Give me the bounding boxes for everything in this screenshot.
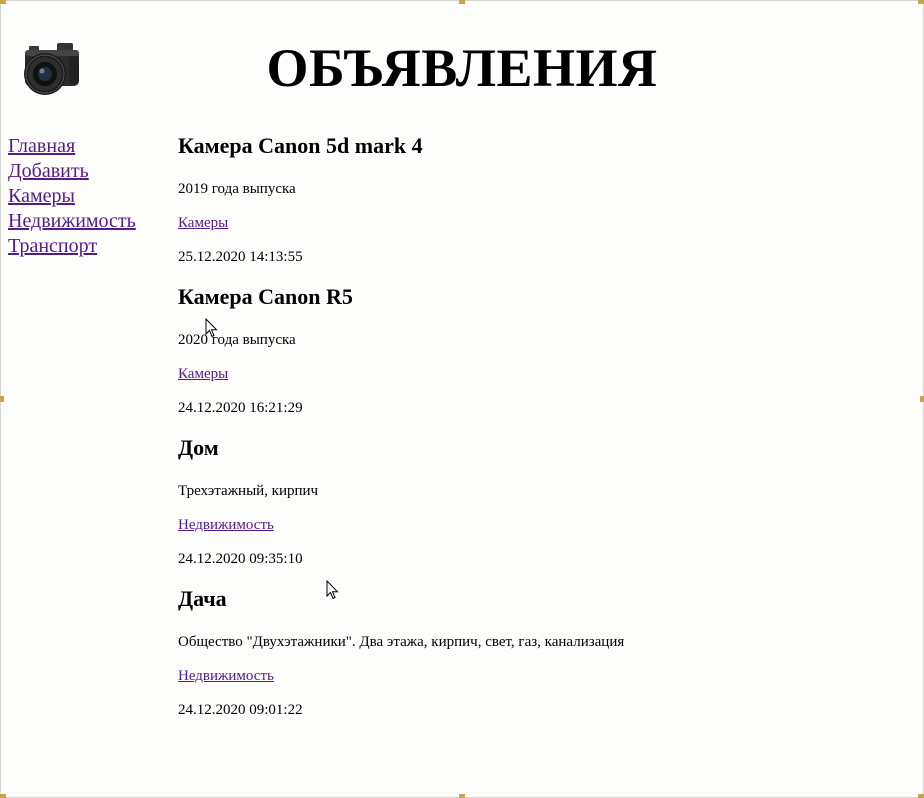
ad-title: Дача: [178, 586, 227, 611]
resize-handle-middle-right[interactable]: [920, 396, 924, 402]
sidebar-item-home[interactable]: Главная: [8, 134, 168, 159]
ad-description: Трехэтажный, кирпич: [178, 483, 319, 499]
sidebar-item-add[interactable]: Добавить: [8, 159, 168, 184]
ad-description: 2019 года выпуска: [178, 181, 296, 197]
ad-category-link[interactable]: Камеры: [178, 214, 228, 232]
ad-item: Камера Canon 5d mark 4 2019 года выпуска…: [178, 131, 898, 266]
ad-item: Камера Canon R5 2020 года выпуска Камеры…: [178, 282, 898, 417]
sidebar-item-real-estate[interactable]: Недвижимость: [8, 209, 168, 234]
ads-list: Камера Canon 5d mark 4 2019 года выпуска…: [178, 131, 898, 719]
ad-title: Камера Canon R5: [178, 284, 353, 309]
ad-title: Камера Canon 5d mark 4: [178, 133, 423, 158]
resize-handle-bottom-center[interactable]: [459, 794, 465, 798]
mouse-pointer-icon: [205, 318, 218, 338]
resize-handle-top-center[interactable]: [459, 0, 465, 4]
sidebar-item-transport[interactable]: Транспорт: [8, 234, 168, 259]
resize-handle-top-right[interactable]: [918, 0, 924, 4]
ad-item: Дача Общество "Двухэтажники". Два этажа,…: [178, 584, 898, 719]
ad-date: 24.12.2020 09:35:10: [178, 551, 303, 567]
ad-category-link[interactable]: Недвижимость: [178, 516, 274, 534]
ad-category-link[interactable]: Камеры: [178, 365, 228, 383]
resize-handle-middle-left[interactable]: [0, 396, 4, 402]
sidebar-nav: Главная Добавить Камеры Недвижимость Тра…: [8, 134, 168, 259]
ad-title: Дом: [178, 435, 219, 460]
sidebar-item-cameras[interactable]: Камеры: [8, 184, 168, 209]
ad-date: 24.12.2020 09:01:22: [178, 702, 303, 718]
resize-handle-bottom-right[interactable]: [918, 794, 924, 798]
ad-description: Общество "Двухэтажники". Два этажа, кирп…: [178, 634, 625, 650]
ad-description: 2020 года выпуска: [178, 332, 296, 348]
ad-category-link[interactable]: Недвижимость: [178, 667, 274, 685]
resize-handle-top-left[interactable]: [0, 0, 6, 4]
ad-date: 24.12.2020 16:21:29: [178, 400, 303, 416]
ad-date: 25.12.2020 14:13:55: [178, 249, 303, 265]
page-title: ОБЪЯВЛЕНИЯ: [266, 38, 658, 98]
ad-item: Дом Трехэтажный, кирпич Недвижимость 24.…: [178, 433, 898, 568]
mouse-pointer-icon: [326, 580, 339, 600]
resize-handle-bottom-left[interactable]: [0, 794, 6, 798]
